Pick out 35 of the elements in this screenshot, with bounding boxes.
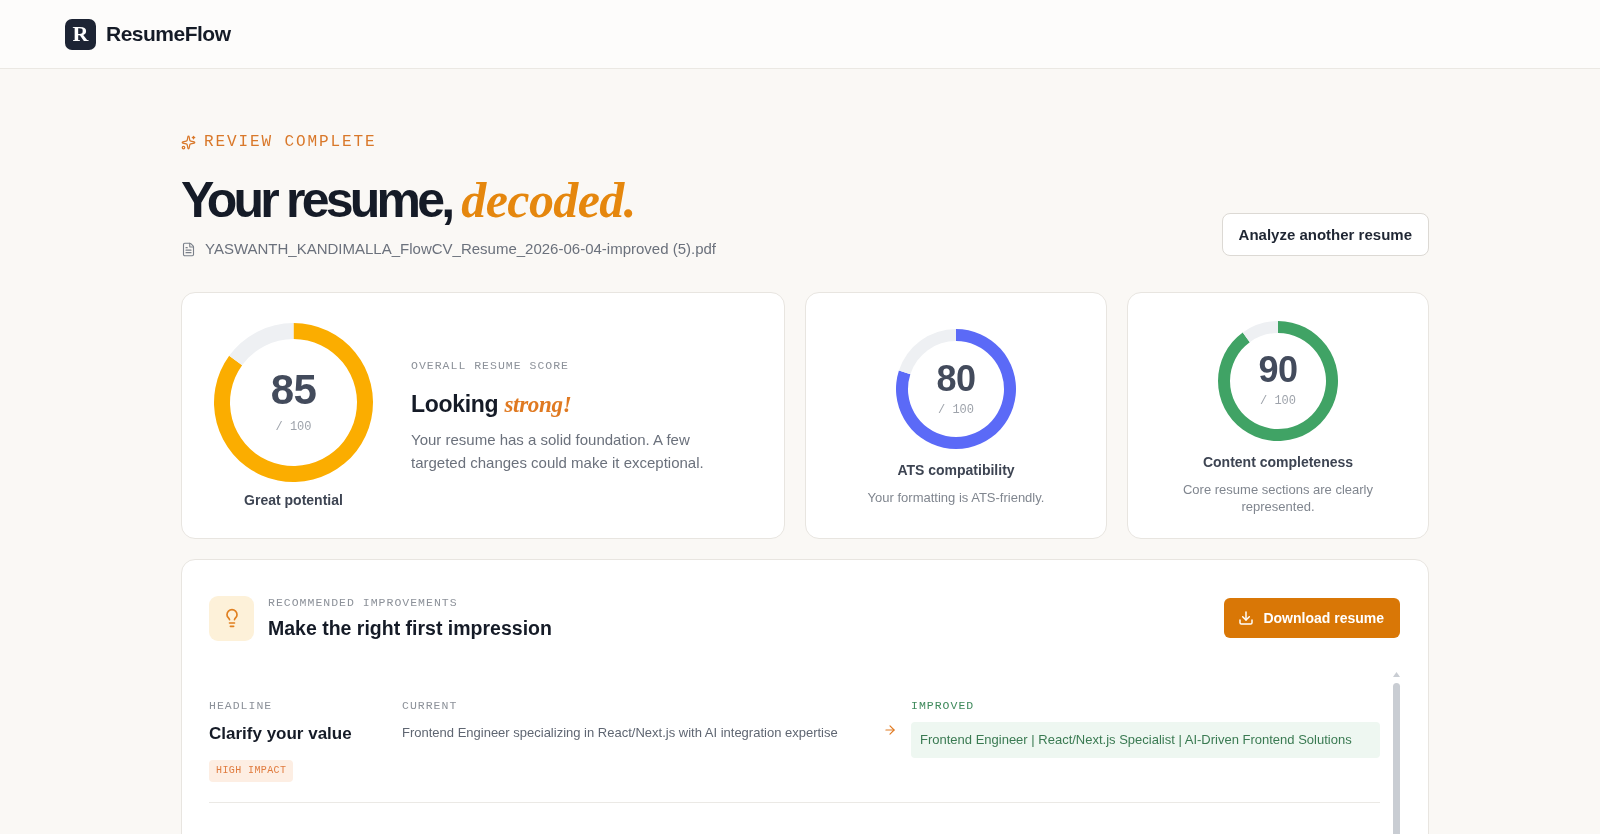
- score-label: OVERALL RESUME SCORE: [411, 357, 570, 373]
- metric-title: Content completeness: [1202, 452, 1354, 472]
- sparkle-icon: [181, 134, 196, 150]
- score-value: 85: [270, 369, 317, 411]
- analyze-another-button[interactable]: Analyze another resume: [1221, 213, 1429, 256]
- current-text: Frontend Engineer specializing in React/Next.js with AI integration expertise: [402, 724, 838, 742]
- review-status-label: REVIEW COMPLETE: [204, 132, 377, 152]
- score-max: / 100: [1260, 393, 1296, 409]
- metric-title: ATS compatibility: [897, 461, 1015, 480]
- section-title: Make the right first impression: [268, 616, 552, 641]
- arrow-right-icon: [883, 723, 897, 737]
- document-icon: [181, 241, 196, 257]
- download-icon: [1238, 610, 1255, 626]
- file-name: YASWANTH_KANDIMALLA_FlowCV_Resume_2026-06-04-improved (5).pdf: [205, 239, 717, 259]
- page-title: Your resume, decoded.: [181, 175, 636, 225]
- metric-description: Core resume sections are clearly represented.: [1182, 480, 1374, 515]
- column-label: CURRENT: [402, 698, 458, 713]
- lightbulb-icon: [209, 595, 254, 641]
- section-label: RECOMMENDED IMPROVEMENTS: [268, 595, 458, 610]
- score-max: / 100: [275, 419, 312, 435]
- scroll-up-icon[interactable]: [1393, 672, 1400, 677]
- improvement-title: Clarify your value: [209, 723, 352, 745]
- improved-text: Frontend Engineer | React/Next.js Specialist | AI-Driven Frontend Solutions: [911, 722, 1380, 758]
- score-value: 80: [936, 360, 976, 397]
- brand-name: ResumeFlow: [106, 22, 231, 46]
- metric-description: Your formatting is ATS-friendly.: [867, 489, 1045, 506]
- score-headline: Looking strong!: [411, 389, 572, 419]
- score-value: 90: [1258, 352, 1298, 388]
- logo: R: [65, 18, 96, 50]
- score-description: Your resume has a solid foundation. A few targeted changes could make it exceptional.: [411, 429, 705, 473]
- impact-tag: HIGH IMPACT: [209, 760, 294, 782]
- category-label: HEADLINE: [209, 698, 273, 713]
- column-label: IMPROVED: [911, 698, 975, 713]
- score-max: / 100: [938, 401, 974, 418]
- score-caption: Great potential: [244, 490, 343, 509]
